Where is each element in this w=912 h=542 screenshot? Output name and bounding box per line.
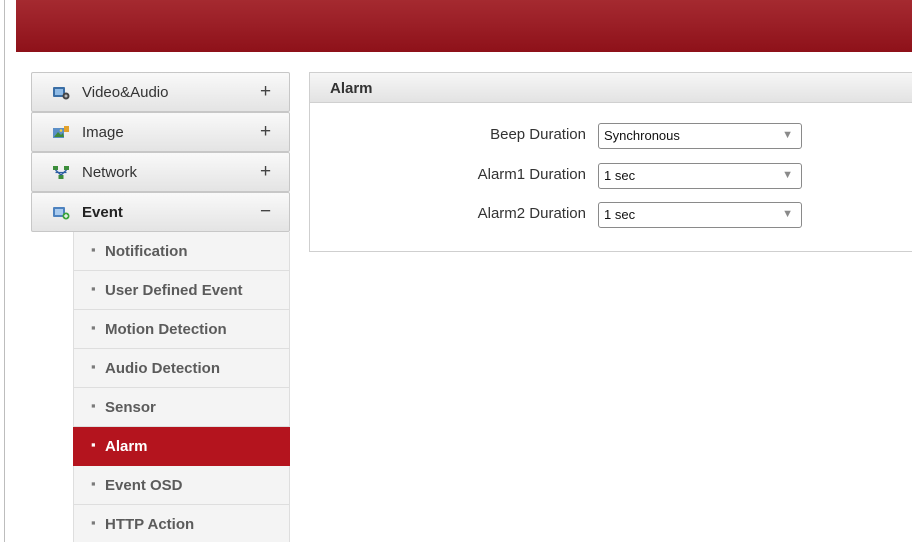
dropdown-arrow-icon: ▼ xyxy=(782,169,793,181)
bullet-icon: ▪ xyxy=(91,281,96,296)
sidebar-item-alarm[interactable]: ▪ Alarm xyxy=(73,427,290,466)
video-audio-icon xyxy=(53,87,70,100)
panel-title: Alarm xyxy=(330,80,373,97)
beep-duration-label: Beep Duration xyxy=(490,126,586,143)
network-icon xyxy=(53,166,69,179)
expand-icon[interactable]: + xyxy=(260,161,271,183)
beep-duration-select[interactable]: Synchronous ▼ xyxy=(598,123,802,149)
sidebar-item-label: User Defined Event xyxy=(105,282,243,299)
bullet-icon: ▪ xyxy=(91,476,96,491)
alarm2-duration-select[interactable]: 1 sec ▼ xyxy=(598,202,802,228)
sidebar-item-user-defined-event[interactable]: ▪ User Defined Event xyxy=(73,271,290,310)
sidebar-item-label: Sensor xyxy=(105,399,156,416)
bullet-icon: ▪ xyxy=(91,242,96,257)
alarm2-duration-value: 1 sec xyxy=(604,207,636,222)
beep-duration-value: Synchronous xyxy=(604,128,680,143)
sidebar-category-label: Video&Audio xyxy=(82,84,169,101)
sidebar-category-label: Image xyxy=(82,124,124,141)
sidebar-category-label: Event xyxy=(82,204,123,221)
sidebar-category-video-audio[interactable]: Video&Audio + xyxy=(31,72,290,112)
collapse-icon[interactable]: − xyxy=(260,201,271,223)
sidebar-menu: Video&Audio + Image + Network + Event − … xyxy=(31,72,290,542)
image-icon xyxy=(53,126,69,138)
header-banner xyxy=(16,0,912,52)
sidebar-item-notification[interactable]: ▪ Notification xyxy=(73,232,290,271)
alarm2-duration-label: Alarm2 Duration xyxy=(477,205,586,222)
sidebar-item-audio-detection[interactable]: ▪ Audio Detection xyxy=(73,349,290,388)
sidebar-category-label: Network xyxy=(82,164,138,181)
expand-icon[interactable]: + xyxy=(260,81,271,103)
sidebar-item-label: Alarm xyxy=(105,438,148,455)
alarm1-duration-label: Alarm1 Duration xyxy=(477,166,586,183)
sidebar-item-label: Event OSD xyxy=(105,477,183,494)
sidebar-category-image[interactable]: Image + xyxy=(31,112,290,152)
bullet-icon: ▪ xyxy=(91,515,96,530)
bullet-icon: ▪ xyxy=(91,320,96,335)
dropdown-arrow-icon: ▼ xyxy=(782,129,793,141)
expand-icon[interactable]: + xyxy=(260,121,271,143)
sidebar-item-sensor[interactable]: ▪ Sensor xyxy=(73,388,290,427)
sidebar-item-motion-detection[interactable]: ▪ Motion Detection xyxy=(73,310,290,349)
sidebar-item-event-osd[interactable]: ▪ Event OSD xyxy=(73,466,290,505)
event-icon xyxy=(53,207,70,220)
bullet-icon: ▪ xyxy=(91,359,96,374)
alarm1-duration-select[interactable]: 1 sec ▼ xyxy=(598,163,802,189)
bullet-icon: ▪ xyxy=(91,398,96,413)
sidebar-item-http-action[interactable]: ▪ HTTP Action xyxy=(73,505,290,542)
sidebar-item-label: HTTP Action xyxy=(105,516,195,533)
panel-header: Alarm xyxy=(310,73,912,103)
alarm-settings-panel: Alarm Beep Duration Synchronous ▼ Alarm1… xyxy=(309,72,912,252)
sidebar-category-network[interactable]: Network + xyxy=(31,152,290,192)
left-border-line xyxy=(4,0,5,542)
sidebar-item-label: Motion Detection xyxy=(105,321,227,338)
alarm1-duration-value: 1 sec xyxy=(604,168,636,183)
dropdown-arrow-icon: ▼ xyxy=(782,208,793,220)
sidebar-item-label: Audio Detection xyxy=(105,360,220,377)
sidebar-category-event[interactable]: Event − xyxy=(31,192,290,232)
bullet-icon: ▪ xyxy=(91,437,96,452)
sidebar-item-label: Notification xyxy=(105,243,188,260)
